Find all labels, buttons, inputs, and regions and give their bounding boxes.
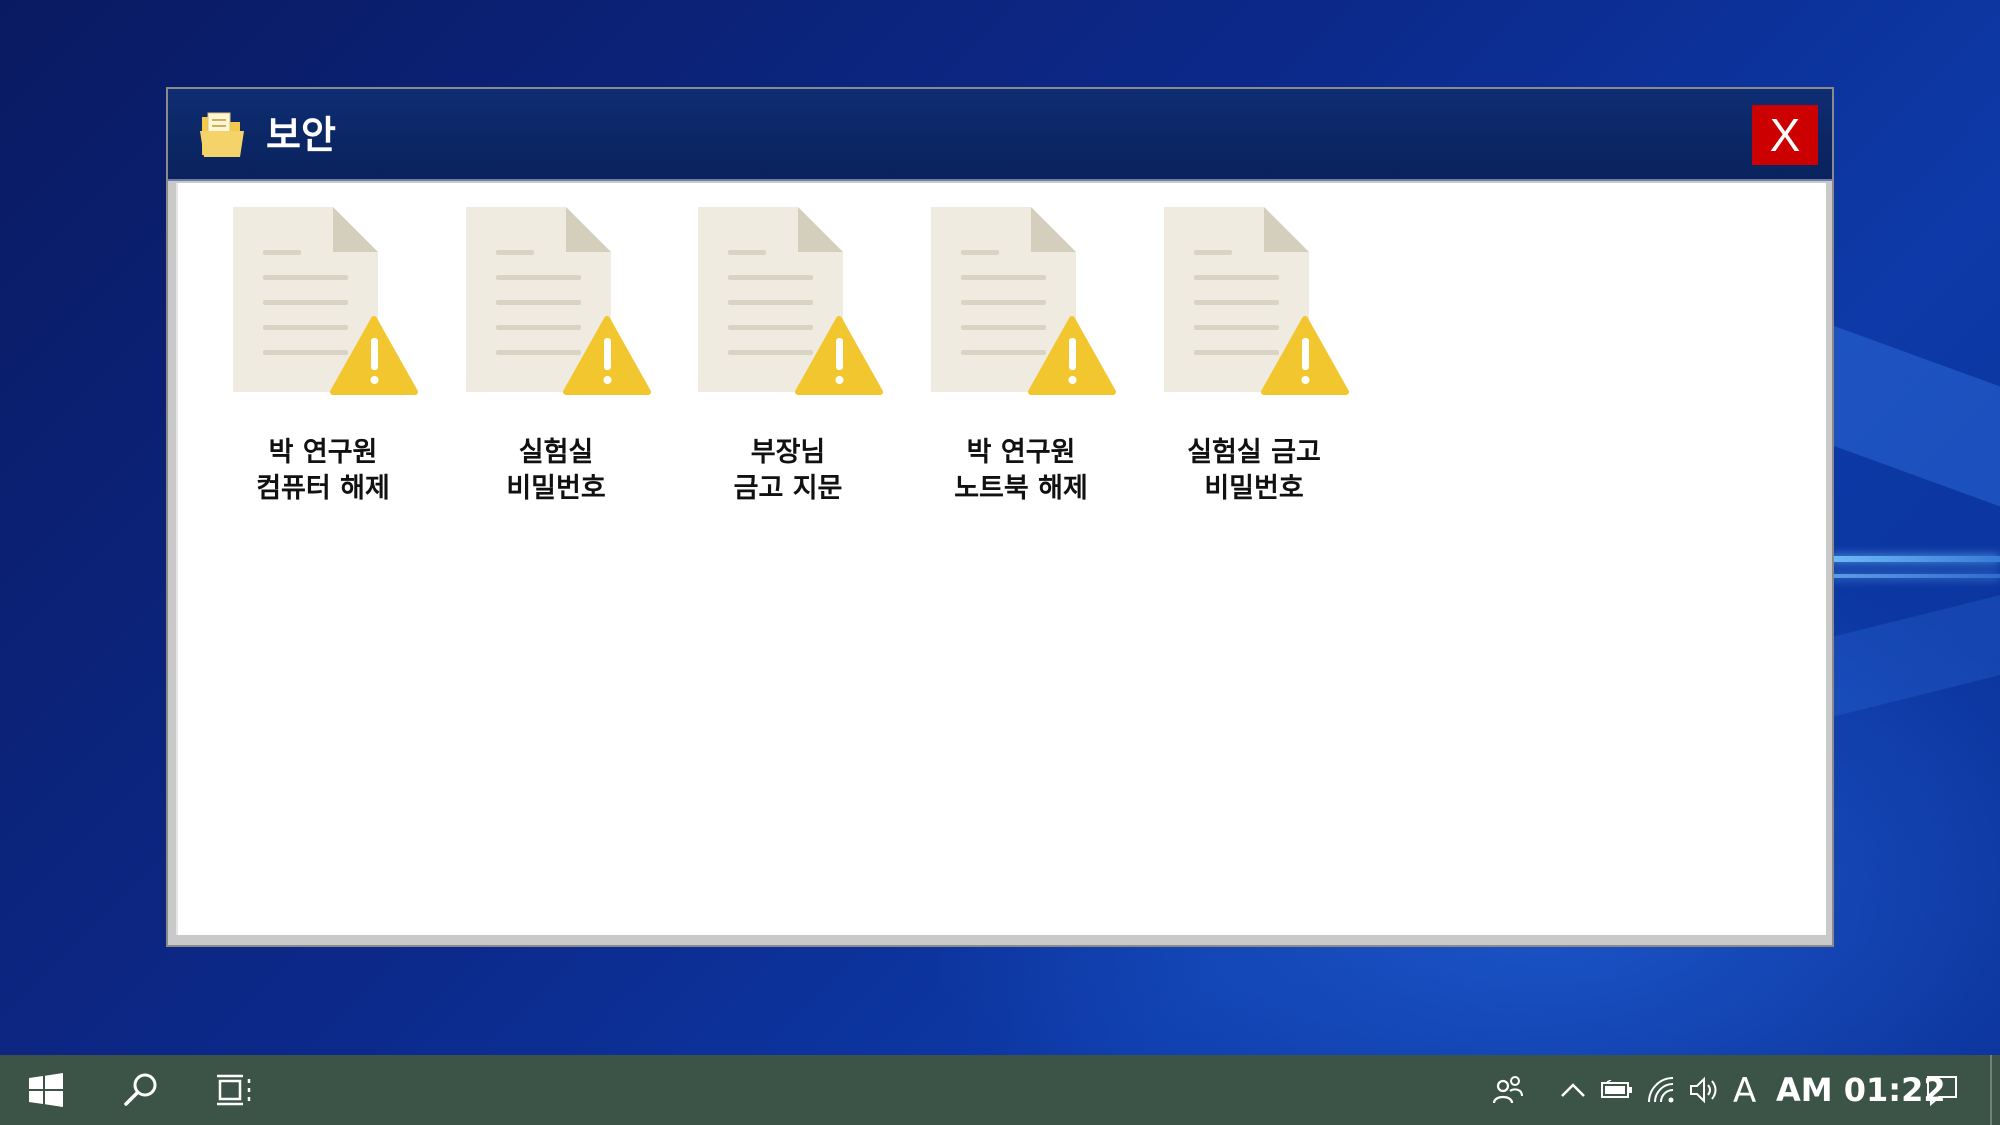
people-icon[interactable] <box>1490 1055 1526 1125</box>
taskbar: A AM 01:22 <box>0 1055 2000 1125</box>
file-label: 부장님금고 지문 <box>673 435 903 507</box>
file-item[interactable]: 실험실 금고비밀번호 <box>1159 207 1349 507</box>
file-label-line1: 실험실 금고 <box>1187 437 1321 468</box>
file-label: 실험실비밀번호 <box>441 435 671 507</box>
notification-icon[interactable] <box>1924 1055 1960 1125</box>
light-beam <box>1830 574 2000 578</box>
taskbar-clock[interactable]: AM 01:22 <box>1776 1055 1946 1125</box>
window-title: 보안 <box>266 113 336 157</box>
light-beam <box>1830 556 2000 562</box>
file-item[interactable]: 박 연구원노트북 해제 <box>926 207 1116 507</box>
file-label-line2: 노트북 해제 <box>954 473 1088 504</box>
security-window: 보안 X 박 연구원 컴퓨터 해제 실험실 비밀번호 부장님 금고 지문 박 연구원 노트북 … <box>166 87 1834 947</box>
file-item[interactable]: 박 연구원컴퓨터 해제 <box>228 207 418 507</box>
file-label: 박 연구원노트북 해제 <box>906 435 1136 507</box>
file-label-line1: 박 연구원 <box>966 437 1076 468</box>
volume-icon[interactable] <box>1688 1055 1722 1125</box>
search-icon[interactable] <box>118 1055 164 1125</box>
file-label-line2: 비밀번호 <box>1204 473 1304 504</box>
show-desktop-divider[interactable] <box>1990 1055 1992 1125</box>
file-label-line1: 부장님 <box>750 437 826 468</box>
file-label-line2: 비밀번호 <box>506 473 606 504</box>
window-content: 박 연구원 컴퓨터 해제 실험실 비밀번호 부장님 금고 지문 박 연구원 노트북 해제 실험실… <box>176 183 1826 935</box>
folder-icon <box>196 109 248 161</box>
input-method-indicator[interactable]: A <box>1733 1055 1756 1125</box>
file-label: 박 연구원컴퓨터 해제 <box>208 435 438 507</box>
battery-icon[interactable] <box>1600 1055 1634 1125</box>
file-label-line1: 박 연구원 <box>268 437 378 468</box>
file-label-line2: 금고 지문 <box>733 473 843 504</box>
file-item[interactable]: 부장님금고 지문 <box>693 207 883 507</box>
close-button[interactable]: X <box>1752 105 1818 165</box>
file-label-line1: 실험실 <box>518 437 594 468</box>
file-item[interactable]: 실험실비밀번호 <box>461 207 651 507</box>
desktop-background: 보안 X 박 연구원 컴퓨터 해제 실험실 비밀번호 부장님 금고 지문 박 연구원 노트북 … <box>0 0 2000 1125</box>
file-label-line2: 컴퓨터 해제 <box>256 473 390 504</box>
task-view-icon[interactable] <box>212 1055 258 1125</box>
file-label: 실험실 금고비밀번호 <box>1139 435 1369 507</box>
window-titlebar[interactable]: 보안 X <box>168 89 1832 181</box>
windows-start-icon[interactable] <box>26 1055 66 1125</box>
wifi-icon[interactable] <box>1646 1055 1678 1125</box>
chevron-up-icon[interactable] <box>1558 1055 1588 1125</box>
